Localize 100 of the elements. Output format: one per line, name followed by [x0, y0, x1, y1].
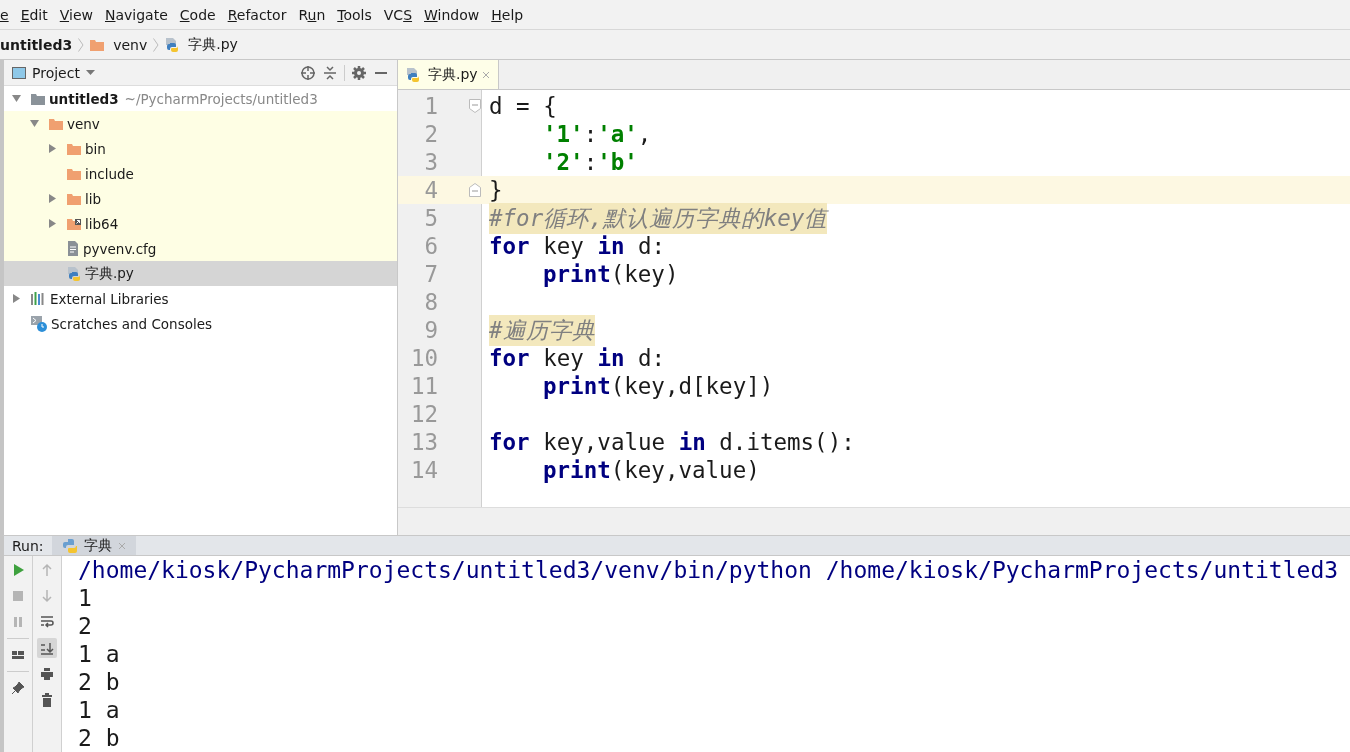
tree-item[interactable]: 字典.py	[4, 261, 397, 286]
console-line: 2 b	[78, 724, 121, 752]
pin-icon	[11, 681, 25, 695]
code-line: for key in d:	[488, 233, 666, 259]
expand-arrow-icon[interactable]	[30, 119, 39, 128]
breadcrumb-item[interactable]: venv	[90, 36, 148, 53]
folder-icon	[67, 167, 81, 180]
expand-arrow-icon[interactable]	[12, 294, 21, 303]
tree-item[interactable]: External Libraries	[4, 286, 397, 311]
line-number: 5	[423, 205, 438, 231]
run-tab[interactable]: 字典	[51, 536, 136, 555]
console-line: /home/kiosk/PycharmProjects/untitled3/venv/bin/python /home/kiosk/PycharmProjects/untitled3	[78, 556, 1339, 584]
python-file-icon	[165, 36, 180, 53]
line-number: 4	[423, 177, 438, 203]
console-line: 2 b	[78, 668, 121, 696]
menu-item[interactable]: VCS	[377, 6, 419, 23]
editor-tab[interactable]: 字典.py	[398, 60, 499, 89]
menu-item[interactable]: Window	[418, 6, 486, 23]
tree-item-label: pyvenv.cfg	[83, 240, 157, 257]
line-number: 1	[423, 93, 438, 119]
libraries-icon	[31, 292, 46, 305]
expand-arrow-icon[interactable]	[12, 94, 21, 103]
folder-icon	[67, 142, 81, 155]
expand-arrow-icon[interactable]	[48, 144, 57, 153]
tree-item[interactable]: venv	[4, 111, 397, 136]
line-number: 3	[423, 149, 438, 175]
console-line: 2	[78, 612, 93, 640]
menu-item[interactable]: Help	[485, 6, 530, 23]
line-number: 13	[409, 429, 438, 455]
wrap-icon	[40, 615, 54, 629]
menu-item[interactable]: Navigate	[99, 6, 174, 23]
project-view-selector[interactable]: Project	[32, 64, 80, 81]
tree-item[interactable]: lib64	[4, 211, 397, 236]
tree-item-label: include	[85, 165, 134, 182]
menu-item[interactable]: Tools	[331, 6, 378, 23]
close-icon[interactable]	[481, 70, 490, 79]
pause-icon	[11, 615, 25, 629]
run-icon	[11, 563, 25, 577]
tree-item-label: venv	[67, 115, 100, 132]
code-line: print(key,value)	[542, 457, 760, 483]
tree-item-label: lib64	[85, 215, 119, 232]
tree-item-label: 字典.py	[85, 264, 134, 283]
tree-item[interactable]: include	[4, 161, 397, 186]
code-line: }	[488, 177, 503, 203]
breadcrumb-item[interactable]: 字典.py	[165, 35, 238, 54]
locate-icon[interactable]	[300, 64, 316, 81]
menu-item[interactable]: Code	[173, 6, 222, 23]
folder-icon	[49, 117, 63, 130]
tree-item-label: untitled3	[49, 90, 119, 107]
tree-item[interactable]: lib	[4, 186, 397, 211]
code-line: print(key)	[542, 261, 679, 287]
menu-item[interactable]: Run	[292, 6, 332, 23]
tab-label: 字典	[83, 536, 112, 555]
console-line: 1 a	[78, 640, 121, 668]
expand-arrow-icon[interactable]	[48, 194, 57, 203]
line-number: 7	[423, 261, 438, 287]
tab-label: 字典.py	[428, 65, 478, 84]
code-line: for key,value in d.items():	[488, 429, 855, 455]
code-line: '1':'a',	[542, 121, 652, 147]
code-line: d = {	[488, 93, 557, 119]
scratch-console-icon	[31, 315, 47, 332]
code-line: '2':'b'	[542, 149, 638, 175]
line-number: 2	[423, 121, 438, 147]
down-arrow-icon	[40, 589, 54, 603]
breadcrumb-item[interactable]: untitled3	[0, 36, 73, 53]
printer-icon	[40, 667, 54, 681]
collapse-all-icon[interactable]	[322, 64, 338, 81]
linked-folder-icon	[67, 217, 81, 230]
breadcrumb-separator-icon	[78, 37, 85, 52]
tree-item-label: lib	[85, 190, 102, 207]
line-number: 9	[423, 317, 438, 343]
folder-icon	[31, 92, 45, 105]
settings-icon[interactable]	[351, 64, 367, 81]
menu-item[interactable]: Refactor	[221, 6, 293, 23]
tree-item[interactable]: Scratches and Consoles	[4, 311, 397, 336]
dropdown-caret-icon[interactable]	[85, 69, 95, 76]
scroll-to-end-icon	[40, 641, 54, 655]
fold-icon[interactable]	[469, 183, 481, 197]
text-file-icon	[67, 241, 79, 256]
line-number: 14	[409, 457, 438, 483]
tree-item[interactable]: untitled3 ~/PycharmProjects/untitled3	[4, 86, 397, 111]
layout-icon	[11, 648, 25, 662]
breadcrumb-separator-icon	[153, 37, 160, 52]
tree-item[interactable]: bin	[4, 136, 397, 161]
python-icon	[61, 537, 78, 554]
tree-item-label: Scratches and Consoles	[51, 315, 213, 332]
menu-item[interactable]: e	[0, 6, 15, 23]
menu-item[interactable]: Edit	[14, 6, 54, 23]
line-number: 10	[409, 345, 438, 371]
line-number: 8	[423, 289, 438, 315]
expand-arrow-icon[interactable]	[48, 219, 57, 228]
tree-item[interactable]: pyvenv.cfg	[4, 236, 397, 261]
stop-icon	[11, 589, 25, 603]
python-file-icon	[406, 66, 420, 83]
console-line: 1	[78, 584, 93, 612]
tree-item-label: External Libraries	[50, 290, 169, 307]
menu-item[interactable]: View	[53, 6, 99, 23]
run-toolbar-button[interactable]	[37, 638, 57, 658]
window-icon	[12, 66, 26, 79]
fold-icon[interactable]	[469, 99, 481, 113]
